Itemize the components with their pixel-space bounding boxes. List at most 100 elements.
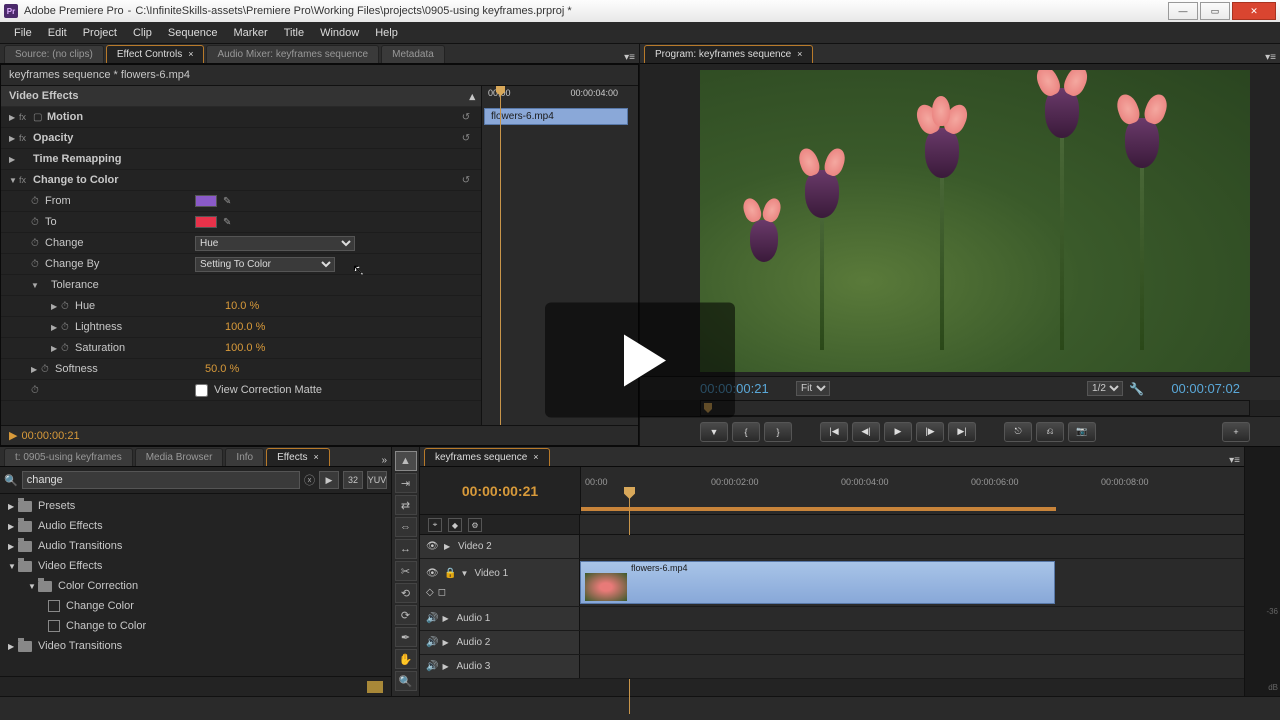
mark-clip-button[interactable]: } xyxy=(764,422,792,442)
eye-icon[interactable]: 👁 xyxy=(426,541,440,552)
menu-project[interactable]: Project xyxy=(75,27,125,39)
video-play-overlay[interactable] xyxy=(545,303,735,418)
mark-in-button[interactable]: ▼ xyxy=(700,422,728,442)
resolution-select[interactable]: 1/2 xyxy=(1087,381,1123,396)
tab-media-browser[interactable]: Media Browser xyxy=(135,448,224,466)
timeline-timecode[interactable]: 00:00:00:21 xyxy=(420,467,580,514)
effect-motion[interactable]: ▶fx▢ Motion ↺ xyxy=(1,107,481,128)
chevron-right-icon[interactable]: » xyxy=(381,455,387,466)
export-frame-button[interactable]: 📷 xyxy=(1068,422,1096,442)
panel-menu-icon[interactable]: ▾≡ xyxy=(1229,455,1240,466)
track-select-tool[interactable]: ⇥ xyxy=(395,473,417,493)
step-fwd-button[interactable]: |▶ xyxy=(916,422,944,442)
clip-flowers[interactable]: flowers-6.mp4 xyxy=(580,561,1055,604)
marker-icon[interactable]: ◆ xyxy=(448,518,462,532)
new-bin-icon[interactable] xyxy=(367,681,383,693)
menu-file[interactable]: File xyxy=(6,27,40,39)
tree-change-to-color[interactable]: Change to Color xyxy=(0,616,391,636)
rate-stretch-tool[interactable]: ↔ xyxy=(395,539,417,559)
to-color-swatch[interactable] xyxy=(195,216,217,228)
from-color-swatch[interactable] xyxy=(195,195,217,207)
stopwatch-icon[interactable]: ⏱ xyxy=(61,343,75,354)
lightness-value[interactable]: 100.0 % xyxy=(225,321,265,333)
tab-project[interactable]: t: 0905-using keyframes xyxy=(4,448,133,466)
fx-badge-icon[interactable]: ▶ xyxy=(319,471,339,489)
slide-tool[interactable]: ⟳ xyxy=(395,605,417,625)
tree-video-transitions[interactable]: ▶Video Transitions xyxy=(0,636,391,656)
stopwatch-icon[interactable]: ⏱ xyxy=(61,322,75,333)
selection-tool[interactable]: ▲ xyxy=(395,451,417,471)
tree-presets[interactable]: ▶Presets xyxy=(0,496,391,516)
program-monitor[interactable] xyxy=(700,70,1250,372)
stopwatch-icon[interactable]: ⏱ xyxy=(31,196,45,207)
lift-button[interactable]: ⎋ xyxy=(1004,422,1032,442)
saturation-value[interactable]: 100.0 % xyxy=(225,342,265,354)
tab-audio-mixer[interactable]: Audio Mixer: keyframes sequence xyxy=(206,45,379,63)
menu-window[interactable]: Window xyxy=(312,27,367,39)
ec-playhead[interactable] xyxy=(500,86,501,425)
reset-icon[interactable]: ↺ xyxy=(459,110,473,124)
tab-info[interactable]: Info xyxy=(225,448,264,466)
tab-sequence[interactable]: keyframes sequence× xyxy=(424,448,550,466)
eyedropper-icon[interactable]: ✎ xyxy=(223,217,231,228)
menu-help[interactable]: Help xyxy=(367,27,406,39)
wrench-icon[interactable]: 🔧 xyxy=(1129,382,1144,396)
track-opt-icon[interactable]: ◻ xyxy=(438,587,446,598)
ec-timecode[interactable]: 00:00:00:21 xyxy=(21,430,79,442)
hand-tool[interactable]: ✋ xyxy=(395,649,417,669)
speaker-icon[interactable]: 🔊 xyxy=(426,637,438,648)
razor-tool[interactable]: ✂ xyxy=(395,561,417,581)
rolling-edit-tool[interactable]: ⇔ xyxy=(395,517,417,537)
panel-menu-icon[interactable]: ▾≡ xyxy=(1265,52,1276,63)
step-back-button[interactable]: ◀| xyxy=(852,422,880,442)
zoom-tool[interactable]: 🔍 xyxy=(395,671,417,691)
stopwatch-icon[interactable]: ⏱ xyxy=(61,301,75,312)
speaker-icon[interactable]: 🔊 xyxy=(426,661,438,672)
speaker-icon[interactable]: 🔊 xyxy=(426,613,438,624)
tree-audio-effects[interactable]: ▶Audio Effects xyxy=(0,516,391,536)
change-by-select[interactable]: Setting To Color xyxy=(195,257,335,272)
tab-program[interactable]: Program: keyframes sequence× xyxy=(644,45,813,63)
clear-search-icon[interactable]: ⓧ xyxy=(304,472,315,488)
effect-opacity[interactable]: ▶fx Opacity ↺ xyxy=(1,128,481,149)
tab-source[interactable]: Source: (no clips) xyxy=(4,45,104,63)
slip-tool[interactable]: ⟲ xyxy=(395,583,417,603)
stopwatch-icon[interactable]: ⏱ xyxy=(41,364,55,375)
stopwatch-icon[interactable]: ⏱ xyxy=(31,217,45,228)
keyframe-icon[interactable]: ◇ xyxy=(426,587,434,598)
reset-icon[interactable]: ↺ xyxy=(459,131,473,145)
maximize-button[interactable]: ▭ xyxy=(1200,2,1230,20)
menu-marker[interactable]: Marker xyxy=(225,27,275,39)
panel-menu-icon[interactable]: ▾≡ xyxy=(624,52,635,63)
snap-icon[interactable]: ⌖ xyxy=(428,518,442,532)
tree-audio-transitions[interactable]: ▶Audio Transitions xyxy=(0,536,391,556)
play-button[interactable]: ▶ xyxy=(884,422,912,442)
collapse-icon[interactable]: ▴ xyxy=(469,90,475,103)
tree-change-color[interactable]: Change Color xyxy=(0,596,391,616)
reset-icon[interactable]: ↺ xyxy=(459,173,473,187)
softness-value[interactable]: 50.0 % xyxy=(205,363,239,375)
pen-tool[interactable]: ✒ xyxy=(395,627,417,647)
tab-metadata[interactable]: Metadata xyxy=(381,45,445,63)
view-matte-checkbox[interactable] xyxy=(195,384,208,397)
menu-title[interactable]: Title xyxy=(276,27,312,39)
tree-color-correction[interactable]: ▼Color Correction xyxy=(0,576,391,596)
effects-search-input[interactable] xyxy=(22,471,300,489)
lock-icon[interactable]: 🔒 xyxy=(444,568,456,579)
stopwatch-icon[interactable]: ⏱ xyxy=(31,238,45,249)
extract-button[interactable]: ⎌ xyxy=(1036,422,1064,442)
minimize-button[interactable]: — xyxy=(1168,2,1198,20)
go-to-out-button[interactable]: ▶| xyxy=(948,422,976,442)
tree-video-effects[interactable]: ▼Video Effects xyxy=(0,556,391,576)
yuv-icon[interactable]: YUV xyxy=(367,471,387,489)
menu-clip[interactable]: Clip xyxy=(125,27,160,39)
eyedropper-icon[interactable]: ✎ xyxy=(223,196,231,207)
menu-edit[interactable]: Edit xyxy=(40,27,75,39)
menu-sequence[interactable]: Sequence xyxy=(160,27,226,39)
stopwatch-icon[interactable]: ⏱ xyxy=(31,385,45,396)
prop-tolerance[interactable]: ▼ Tolerance xyxy=(1,275,481,296)
timeline-ruler[interactable]: 00:00 00:00:02:00 00:00:04:00 00:00:06:0… xyxy=(580,467,1244,514)
ripple-edit-tool[interactable]: ⇄ xyxy=(395,495,417,515)
change-select[interactable]: Hue xyxy=(195,236,355,251)
add-button[interactable]: + xyxy=(1222,422,1250,442)
